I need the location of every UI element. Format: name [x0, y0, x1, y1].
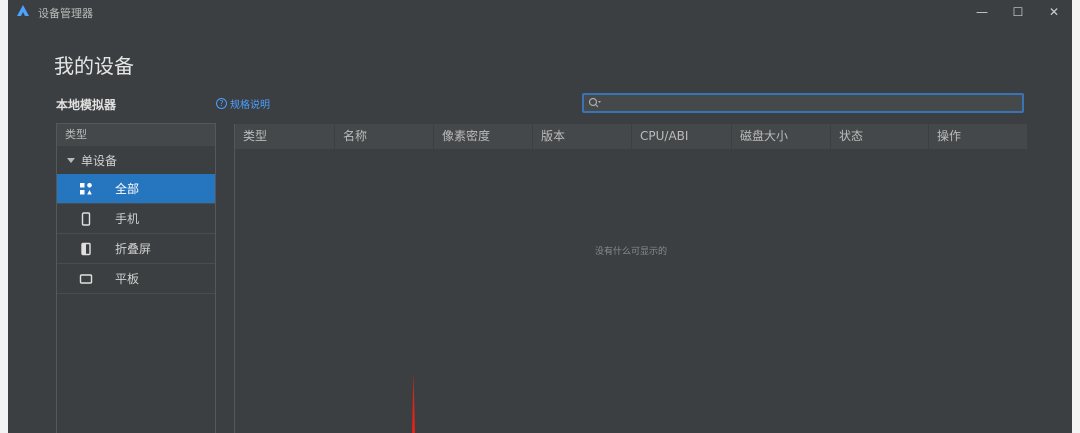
- column-header-density[interactable]: 像素密度: [434, 124, 533, 149]
- sidebar-item-all[interactable]: 全部: [57, 174, 215, 204]
- search-icon: [588, 97, 601, 108]
- search-box[interactable]: [582, 93, 1024, 113]
- empty-table-message: 没有什么可显示的: [594, 247, 667, 257]
- grid-icon: [79, 182, 93, 196]
- minimize-button[interactable]: —: [964, 0, 1000, 24]
- spec-link[interactable]: ? 规格说明: [216, 96, 270, 111]
- device-table: 类型 名称 像素密度 版本 CPU/ABI 磁盘大小 状态 操作 没有什么可显示…: [234, 124, 1027, 433]
- tablet-icon: [79, 272, 93, 286]
- table-header: 类型 名称 像素密度 版本 CPU/ABI 磁盘大小 状态 操作: [235, 124, 1027, 149]
- column-header-actions[interactable]: 操作: [929, 124, 1027, 149]
- foldable-icon: [79, 242, 93, 256]
- sidebar-header: 类型: [57, 124, 215, 146]
- maximize-button[interactable]: ☐: [1000, 0, 1036, 24]
- column-header-type[interactable]: 类型: [235, 124, 335, 149]
- background-right-edge: [1072, 0, 1080, 433]
- group-single-device[interactable]: 单设备: [57, 146, 215, 174]
- spec-link-label: 规格说明: [230, 100, 270, 111]
- page-title: 我的设备: [54, 54, 134, 78]
- column-header-cpu-abi[interactable]: CPU/ABI: [632, 124, 732, 149]
- column-header-name[interactable]: 名称: [335, 124, 434, 149]
- column-header-status[interactable]: 状态: [831, 124, 929, 149]
- app-logo-icon: [17, 5, 29, 16]
- background-left-edge: [0, 0, 8, 433]
- sidebar-item-label: 折叠屏: [115, 242, 152, 256]
- titlebar: 设备管理器 — ☐ ✕: [8, 0, 1072, 24]
- sidebar-item-foldable[interactable]: 折叠屏: [57, 234, 215, 264]
- expand-triangle-icon[interactable]: [67, 157, 75, 163]
- window-title: 设备管理器: [38, 7, 93, 20]
- section-title: 本地模拟器: [56, 98, 117, 112]
- sidebar-item-tablet[interactable]: 平板: [57, 264, 215, 294]
- sidebar-item-phone[interactable]: 手机: [57, 204, 215, 234]
- device-type-sidebar: 类型 单设备 全部 手机 折叠屏 平板: [56, 123, 216, 433]
- red-annotation-arrow: [412, 372, 415, 433]
- column-header-disk-size[interactable]: 磁盘大小: [732, 124, 831, 149]
- group-label: 单设备: [81, 153, 118, 168]
- sidebar-item-label: 手机: [115, 212, 140, 226]
- close-button[interactable]: ✕: [1036, 0, 1072, 24]
- search-input[interactable]: [604, 95, 1018, 113]
- device-manager-window: 设备管理器 — ☐ ✕ 我的设备 本地模拟器 ? 规格说明 类型 单设备 全部 …: [8, 0, 1072, 433]
- sidebar-item-label: 平板: [115, 272, 140, 286]
- column-header-version[interactable]: 版本: [533, 124, 632, 149]
- phone-icon: [79, 211, 93, 226]
- sidebar-item-label: 全部: [115, 182, 140, 196]
- help-icon: ?: [216, 98, 227, 109]
